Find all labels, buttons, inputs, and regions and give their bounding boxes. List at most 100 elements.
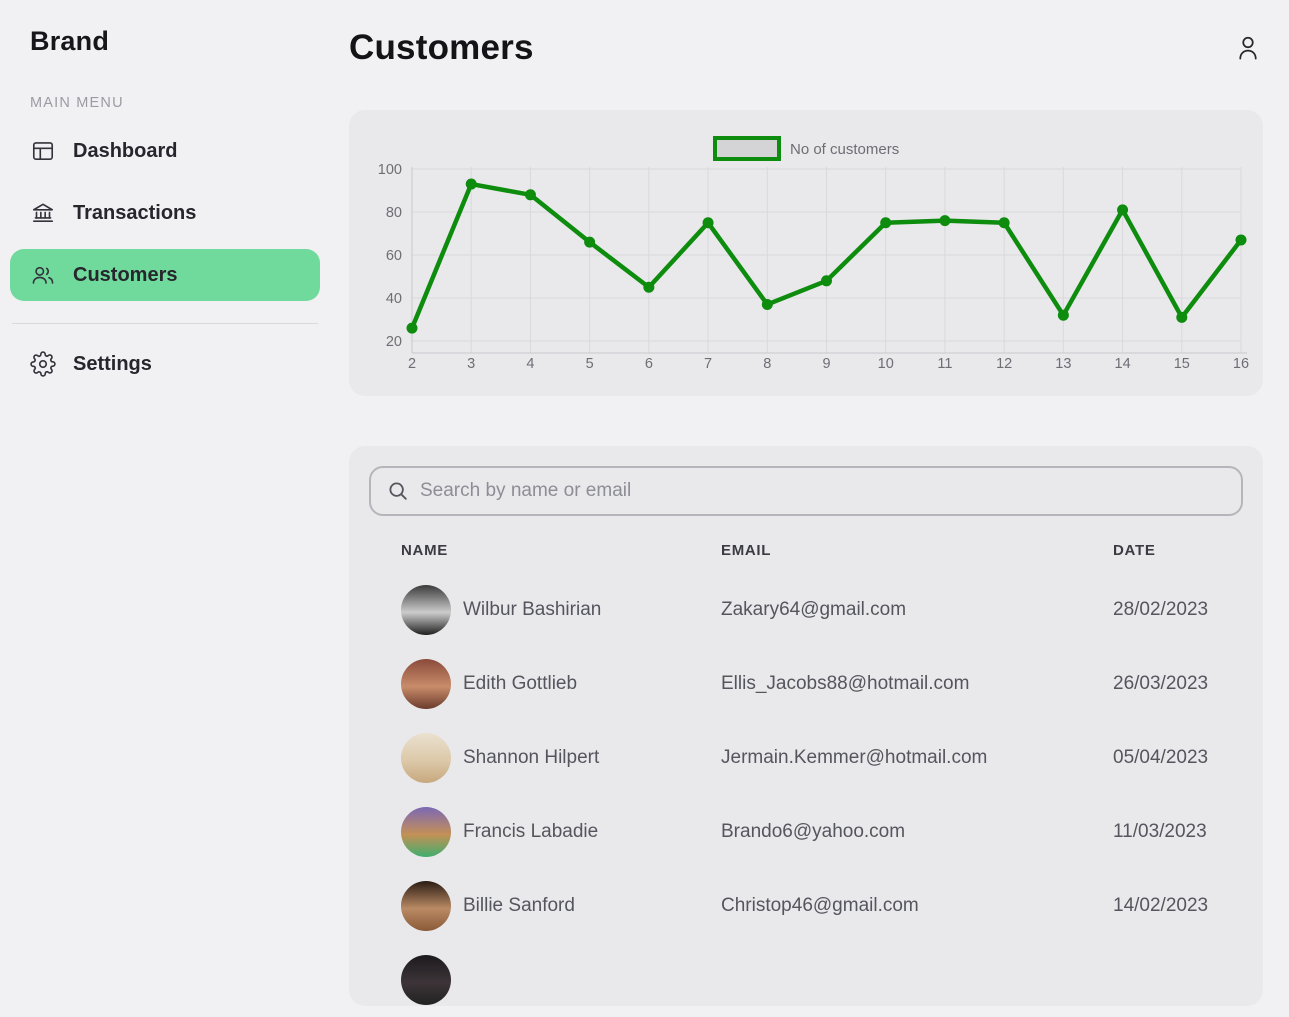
sidebar-item-settings[interactable]: Settings: [10, 338, 320, 390]
table-body: Wilbur Bashirian Zakary64@gmail.com 28/0…: [369, 573, 1243, 1017]
legend-label[interactable]: No of customers: [790, 141, 899, 158]
column-header-email: EMAIL: [721, 542, 1113, 559]
sidebar-item-label: Dashboard: [73, 140, 177, 163]
avatar: [401, 733, 451, 783]
chart-point: [880, 217, 891, 228]
customer-date: 26/03/2023: [1113, 673, 1243, 695]
avatar: [401, 881, 451, 931]
table-row[interactable]: Francis Labadie Brando6@yahoo.com 11/03/…: [369, 795, 1243, 869]
legend-swatch[interactable]: [715, 138, 779, 159]
x-tick-label: 6: [645, 356, 653, 372]
customer-date: 28/02/2023: [1113, 599, 1243, 621]
customer-email: Brando6@yahoo.com: [721, 821, 1113, 843]
table-row[interactable]: Edith Gottlieb Ellis_Jacobs88@hotmail.co…: [369, 647, 1243, 721]
avatar: [401, 659, 451, 709]
chart-point: [1058, 310, 1069, 321]
column-header-date: DATE: [1113, 542, 1243, 559]
main-menu-label: MAIN MENU: [30, 95, 330, 111]
chart-point: [939, 215, 950, 226]
customer-date: 11/03/2023: [1113, 821, 1243, 843]
bank-icon: [30, 200, 56, 226]
chart-point: [1117, 204, 1128, 215]
chart-point: [703, 217, 714, 228]
x-tick-label: 15: [1174, 356, 1190, 372]
sidebar: Brand MAIN MENU Dashboard: [0, 0, 330, 966]
x-tick-label: 10: [878, 356, 894, 372]
customer-email: Zakary64@gmail.com: [721, 599, 1113, 621]
user-account-button[interactable]: [1233, 33, 1263, 63]
column-header-name: NAME: [401, 542, 721, 559]
sidebar-item-transactions[interactable]: Transactions: [10, 187, 320, 239]
customer-name: Wilbur Bashirian: [463, 599, 601, 621]
sidebar-divider: [12, 323, 318, 324]
page-header: Customers: [349, 22, 1263, 74]
x-tick-label: 12: [996, 356, 1012, 372]
sidebar-secondary-nav: Settings: [0, 338, 330, 390]
y-tick-label: 80: [386, 205, 402, 221]
x-tick-label: 5: [586, 356, 594, 372]
sidebar-item-label: Customers: [73, 264, 177, 287]
chart-point: [584, 237, 595, 248]
name-cell: Billie Sanford: [401, 881, 721, 931]
table-row[interactable]: Wilbur Bashirian Zakary64@gmail.com 28/0…: [369, 573, 1243, 647]
x-tick-label: 14: [1115, 356, 1131, 372]
name-cell: Wilbur Bashirian: [401, 585, 721, 635]
page-title: Customers: [349, 28, 534, 68]
y-tick-label: 40: [386, 291, 402, 307]
customer-date: 14/02/2023: [1113, 895, 1243, 917]
customer-email: Ellis_Jacobs88@hotmail.com: [721, 673, 1113, 695]
sidebar-item-label: Settings: [73, 353, 152, 376]
table-row[interactable]: Shannon Hilpert Jermain.Kemmer@hotmail.c…: [369, 721, 1243, 795]
name-cell: Francis Labadie: [401, 807, 721, 857]
x-tick-label: 16: [1233, 356, 1249, 372]
sidebar-item-dashboard[interactable]: Dashboard: [10, 125, 320, 177]
customer-name: Edith Gottlieb: [463, 673, 577, 695]
y-tick-label: 60: [386, 248, 402, 264]
x-tick-label: 11: [937, 356, 952, 372]
brand-title: Brand: [30, 26, 330, 57]
chart-point: [1236, 234, 1247, 245]
dashboard-icon: [30, 138, 56, 164]
x-tick-label: 9: [822, 356, 830, 372]
y-tick-label: 100: [378, 162, 402, 178]
x-tick-label: 8: [763, 356, 771, 372]
customers-chart-panel: 20 40 60 80 100 2 3 4 5 6 7 8 9 10 11 12 13 14 15 16 No of c…: [349, 110, 1263, 396]
x-tick-label: 4: [526, 356, 534, 372]
name-cell: Edith Gottlieb: [401, 659, 721, 709]
chart-point: [999, 217, 1010, 228]
person-icon: [1233, 33, 1263, 63]
chart-point: [407, 323, 418, 334]
chart-point: [1176, 312, 1187, 323]
gear-icon: [30, 351, 56, 377]
sidebar-nav: Dashboard Transactions: [0, 125, 330, 301]
search-icon: [387, 480, 409, 502]
main-content: Customers 20 40 60 80 100 2 3 4 5 6 7 8 9 10 11 12 13 14 1…: [349, 0, 1263, 1006]
chart-point: [643, 282, 654, 293]
x-tick-label: 3: [467, 356, 475, 372]
sidebar-item-customers[interactable]: Customers: [10, 249, 320, 301]
table-row[interactable]: [369, 943, 1243, 1017]
customer-name: Billie Sanford: [463, 895, 575, 917]
y-tick-label: 20: [386, 334, 402, 350]
customers-table-panel: NAME EMAIL DATE Wilbur Bashirian Zakary6…: [349, 446, 1263, 1006]
search-input[interactable]: [420, 480, 1225, 502]
avatar: [401, 807, 451, 857]
x-tick-label: 7: [704, 356, 712, 372]
users-icon: [30, 262, 56, 288]
customers-line-chart: 20 40 60 80 100 2 3 4 5 6 7 8 9 10 11 12 13 14 15 16 No of c…: [349, 110, 1263, 396]
chart-point: [525, 189, 536, 200]
avatar: [401, 955, 451, 1005]
customer-email: Jermain.Kemmer@hotmail.com: [721, 747, 1113, 769]
customer-name: Shannon Hilpert: [463, 747, 599, 769]
x-tick-label: 2: [408, 356, 416, 372]
customer-name: Francis Labadie: [463, 821, 598, 843]
table-row[interactable]: Billie Sanford Christop46@gmail.com 14/0…: [369, 869, 1243, 943]
customer-email: Christop46@gmail.com: [721, 895, 1113, 917]
chart-point: [762, 299, 773, 310]
chart-point: [821, 275, 832, 286]
customer-date: 05/04/2023: [1113, 747, 1243, 769]
x-tick-label: 13: [1055, 356, 1071, 372]
search-bar: [369, 466, 1243, 516]
name-cell: [401, 955, 721, 1005]
sidebar-item-label: Transactions: [73, 202, 196, 225]
